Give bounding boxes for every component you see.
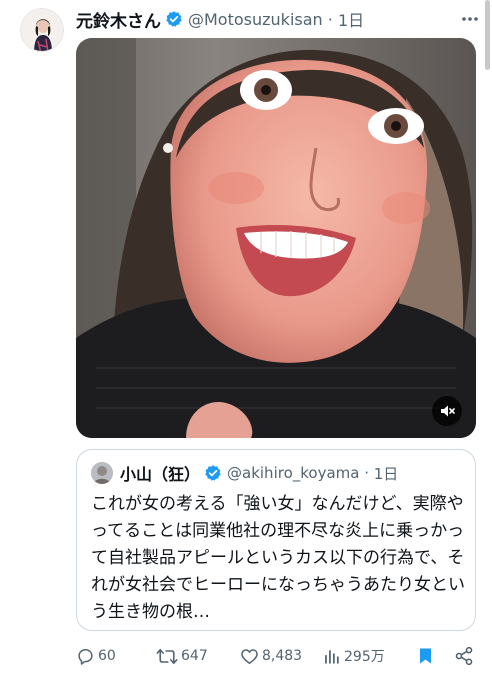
- more-dots-icon[interactable]: [460, 9, 480, 34]
- bookmark-button[interactable]: [416, 646, 454, 666]
- tweet-video[interactable]: [76, 38, 476, 438]
- tweet-actions: 60 647 8,483 295万: [76, 643, 480, 669]
- tweet-time[interactable]: 1日: [338, 7, 364, 31]
- repost-count: 647: [181, 648, 208, 664]
- quoted-author-handle[interactable]: @akihiro_koyama: [227, 464, 359, 482]
- views-count: 295万: [344, 649, 385, 665]
- like-button[interactable]: 8,483: [240, 647, 322, 666]
- volume-muted-icon[interactable]: [432, 396, 462, 426]
- quoted-tweet[interactable]: 小山（狂） @akihiro_koyama · 1日 これが女の考える「強い女」…: [76, 449, 476, 631]
- bookmark-icon: [419, 648, 432, 664]
- verified-badge-icon: [166, 11, 182, 27]
- tweet-header: 元鈴木さん @Motosuzukisan · 1日: [76, 7, 462, 32]
- views-button[interactable]: 295万: [322, 646, 416, 666]
- repost-icon: [156, 648, 178, 664]
- reply-icon: [78, 648, 93, 665]
- quoted-author-avatar[interactable]: [91, 462, 113, 484]
- reply-button[interactable]: 60: [76, 647, 156, 666]
- quoted-tweet-time[interactable]: 1日: [374, 463, 399, 484]
- verified-badge-icon: [205, 465, 221, 481]
- heart-icon: [241, 648, 258, 664]
- share-icon: [455, 646, 473, 666]
- like-count: 8,483: [262, 648, 303, 664]
- reply-count: 60: [98, 648, 116, 664]
- quoted-author-name[interactable]: 小山（狂）: [120, 461, 200, 485]
- author-handle[interactable]: @Motosuzukisan: [188, 10, 323, 29]
- separator-dot: ·: [322, 9, 338, 29]
- video-frame: [76, 38, 476, 438]
- views-chart-icon: [325, 649, 339, 664]
- separator-dot: ·: [359, 464, 374, 482]
- author-avatar[interactable]: [20, 8, 64, 52]
- repost-button[interactable]: 647: [156, 647, 240, 666]
- share-button[interactable]: [454, 646, 478, 666]
- author-name[interactable]: 元鈴木さん: [76, 7, 161, 32]
- quoted-tweet-header: 小山（狂） @akihiro_koyama · 1日: [91, 461, 398, 485]
- quoted-tweet-text: これが女の考える「強い女」なんだけど、実際やってることは同業他社の理不尽な炎上に…: [91, 494, 465, 622]
- scrollbar[interactable]: [485, 0, 490, 70]
